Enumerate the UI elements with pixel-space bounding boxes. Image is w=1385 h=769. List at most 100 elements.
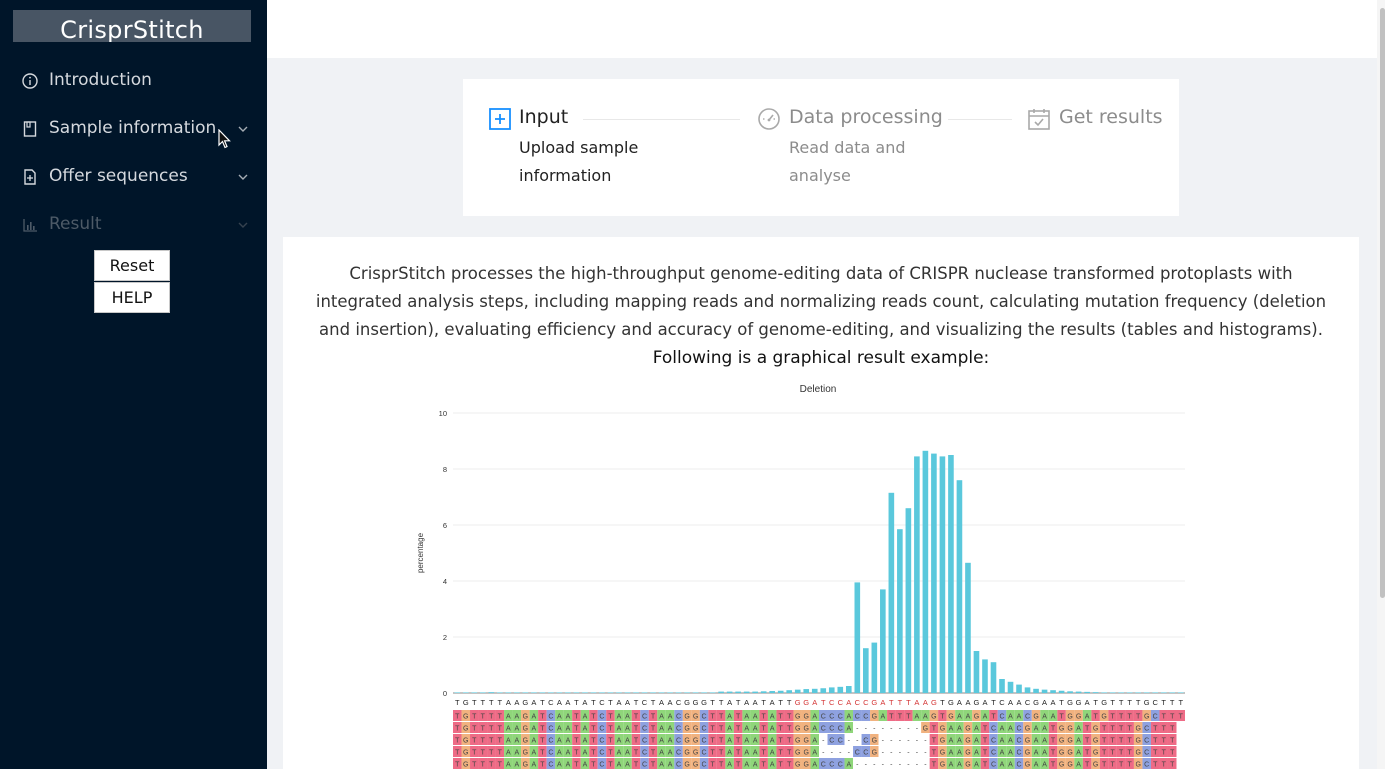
alignment-base: A bbox=[949, 762, 954, 769]
alignment-base: A bbox=[974, 762, 979, 769]
chart-xtick-label: T bbox=[651, 698, 656, 707]
chart-bar bbox=[931, 453, 937, 693]
alignment-base: T bbox=[779, 750, 784, 757]
chart-xtick-label: T bbox=[608, 698, 613, 707]
alignment-base: T bbox=[1162, 738, 1167, 745]
alignment-base: C bbox=[991, 738, 996, 745]
chart-bar bbox=[863, 648, 869, 693]
alignment-base: A bbox=[1034, 726, 1039, 733]
alignment-base: A bbox=[625, 750, 630, 757]
alignment-base: T bbox=[1102, 750, 1107, 757]
alignment-base: T bbox=[1179, 714, 1184, 721]
alignment-base: G bbox=[1025, 726, 1030, 733]
chart-bar bbox=[990, 662, 997, 693]
chart-bar bbox=[922, 450, 929, 693]
alignment-base: C bbox=[838, 714, 843, 721]
chart-xtick-label: A bbox=[727, 698, 732, 707]
alignment-base: C bbox=[548, 726, 553, 733]
sidebar-item-offer-sequences[interactable]: Offer sequences bbox=[0, 157, 267, 197]
alignment-base: G bbox=[1059, 738, 1064, 745]
alignment-base: A bbox=[753, 738, 758, 745]
chart-bar bbox=[1126, 692, 1133, 693]
alignment-base: G bbox=[923, 726, 928, 733]
alignment-base: T bbox=[1111, 726, 1116, 733]
alignment-base: G bbox=[693, 750, 698, 757]
alignment-base: G bbox=[940, 726, 945, 733]
chart-xtick-label: G bbox=[974, 698, 980, 707]
chart-ytick-label: 8 bbox=[443, 465, 447, 474]
chart-xtick-label: T bbox=[1161, 698, 1166, 707]
plus-square-icon bbox=[489, 108, 511, 130]
alignment-base: T bbox=[608, 726, 613, 733]
alignment-base: T bbox=[1136, 714, 1141, 721]
chart-bar bbox=[650, 692, 656, 693]
alignment-base: T bbox=[1119, 750, 1124, 757]
alignment-base: T bbox=[762, 750, 767, 757]
chart-bar bbox=[897, 529, 903, 693]
chart-xtick-label: G bbox=[463, 698, 469, 707]
alignment-base: A bbox=[1000, 750, 1005, 757]
scrollbar-thumb[interactable] bbox=[1380, 8, 1385, 598]
chart-bar bbox=[684, 692, 690, 693]
chart-xtick-label: G bbox=[1144, 698, 1150, 707]
sidebar-item-result[interactable]: Result bbox=[0, 205, 267, 245]
alignment-base: T bbox=[1119, 738, 1124, 745]
chart-xtick-label: A bbox=[514, 698, 519, 707]
chart-xtick-label: C bbox=[676, 698, 682, 707]
alignment-base: T bbox=[779, 726, 784, 733]
alignment-base: T bbox=[983, 750, 988, 757]
reset-button[interactable]: Reset bbox=[94, 250, 170, 281]
chart-xtick-label: T bbox=[906, 698, 911, 707]
chart-bar bbox=[488, 692, 495, 693]
alignment-base: A bbox=[515, 750, 520, 757]
chart-bar bbox=[565, 692, 571, 693]
alignment-base: T bbox=[1170, 738, 1175, 745]
app-logo[interactable]: CrisprStitch bbox=[13, 10, 251, 42]
alignment-base: T bbox=[1170, 726, 1175, 733]
alignment-base: C bbox=[991, 750, 996, 757]
help-button[interactable]: HELP bbox=[94, 282, 170, 313]
alignment-base: A bbox=[1034, 750, 1039, 757]
alignment-base: A bbox=[659, 750, 664, 757]
chevron-down-icon bbox=[238, 126, 248, 132]
chart-bar bbox=[658, 692, 665, 693]
alignment-base: T bbox=[787, 738, 792, 745]
chart-xtick-label: G bbox=[803, 698, 809, 707]
chart-bar bbox=[1024, 687, 1031, 693]
alignment-base: A bbox=[957, 738, 962, 745]
alignment-base: T bbox=[719, 738, 724, 745]
alignment-base: G bbox=[804, 714, 809, 721]
alignment-base: C bbox=[599, 714, 604, 721]
chart-bar bbox=[692, 692, 699, 693]
alignment-base: A bbox=[557, 714, 562, 721]
alignment-base: T bbox=[762, 738, 767, 745]
chart-xtick-label: A bbox=[616, 698, 621, 707]
alignment-base: T bbox=[591, 738, 596, 745]
alignment-base: A bbox=[1017, 714, 1022, 721]
alignment-base: G bbox=[940, 738, 945, 745]
alignment-base: A bbox=[812, 714, 817, 721]
alignment-base: C bbox=[838, 762, 843, 769]
chart-bar bbox=[582, 692, 588, 693]
alignment-base: T bbox=[472, 750, 477, 757]
chart-bar bbox=[1152, 692, 1159, 693]
alignment-base: T bbox=[634, 762, 639, 769]
chart-xtick-label: G bbox=[684, 698, 690, 707]
sidebar-item-introduction[interactable]: Introduction bbox=[0, 61, 267, 101]
alignment-base: A bbox=[532, 738, 537, 745]
chart-bar bbox=[1016, 684, 1022, 693]
chart-xtick-label: C bbox=[642, 698, 648, 707]
alignment-base: C bbox=[821, 714, 826, 721]
alignment-base: C bbox=[1016, 738, 1021, 745]
alignment-base: C bbox=[829, 714, 834, 721]
alignment-base: G bbox=[965, 738, 970, 745]
chart-bar bbox=[1084, 691, 1090, 693]
alignment-base: C bbox=[838, 738, 843, 745]
alignment-base: A bbox=[770, 726, 775, 733]
chart-xtick-label: G bbox=[931, 698, 937, 707]
alignment-base: T bbox=[1051, 738, 1056, 745]
alignment-base: A bbox=[1008, 738, 1013, 745]
alignment-base: A bbox=[566, 726, 571, 733]
chart-bar bbox=[1075, 691, 1082, 693]
alignment-base: T bbox=[1085, 726, 1090, 733]
